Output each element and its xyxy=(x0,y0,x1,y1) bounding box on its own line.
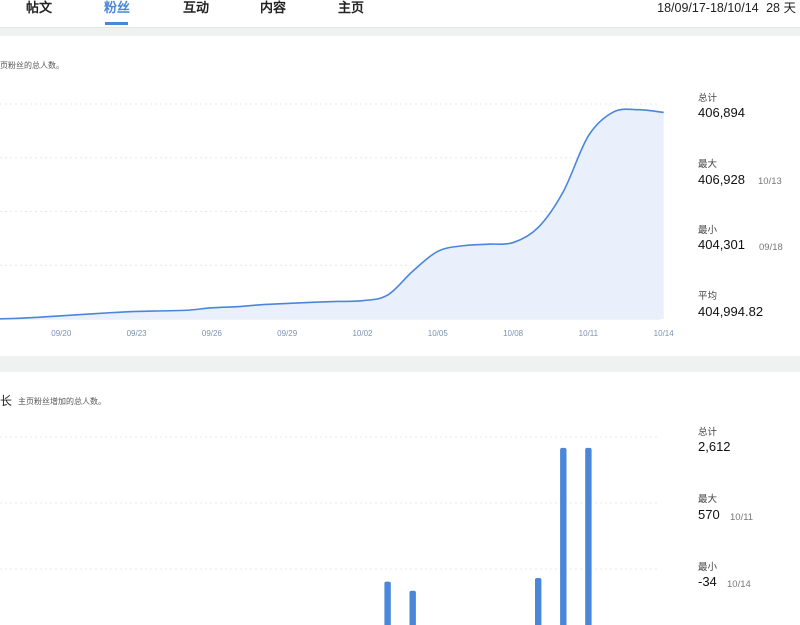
stat-min-date: 10/14 xyxy=(727,579,751,590)
total-fans-card: 页粉丝的总人数。 09/20 09/23 09/26 09/29 10/02 10/05 1… xyxy=(0,36,800,356)
stat-total-label: 总计 xyxy=(698,427,718,438)
net-gain-chart xyxy=(0,436,660,625)
stat-max-date: 10/13 xyxy=(758,176,782,187)
date-range-selector[interactable]: 18/09/17-18/10/14 28 天 xyxy=(657,0,796,16)
x-tick-label: 10/14 xyxy=(654,329,675,338)
stat-min-label: 最小 xyxy=(698,562,718,573)
tab-fans[interactable]: 粉丝 xyxy=(104,0,130,16)
stat-total-value: 406,894 xyxy=(698,105,745,120)
bar xyxy=(535,578,542,625)
stat-max-value: 406,928 xyxy=(698,172,745,187)
x-tick-label: 09/23 xyxy=(127,329,148,338)
x-tick-label: 10/11 xyxy=(579,329,599,338)
stat-max-label: 最大 xyxy=(698,159,718,170)
stat-min-value: -34 xyxy=(698,574,717,589)
area-fill xyxy=(0,109,664,319)
tab-posts[interactable]: 帖文 xyxy=(26,0,52,16)
stat-max-value: 570 xyxy=(698,507,720,522)
stat-min-label: 最小 xyxy=(698,225,718,236)
stat-avg-label: 平均 xyxy=(698,291,718,302)
days-count: 28 天 xyxy=(766,1,796,15)
x-tick-label: 09/26 xyxy=(202,329,223,338)
stat-min-date: 09/18 xyxy=(759,242,783,253)
top-nav: 帖文 粉丝 互动 内容 主页 18/09/17-18/10/14 28 天 xyxy=(0,0,800,28)
active-tab-indicator xyxy=(105,22,128,25)
stat-max-label: 最大 xyxy=(698,494,718,505)
tab-interactions[interactable]: 互动 xyxy=(183,0,209,16)
stat-avg-value: 404,994.82 xyxy=(698,304,764,319)
x-tick-label: 10/08 xyxy=(503,329,524,338)
date-range-text: 18/09/17-18/10/14 xyxy=(657,1,759,15)
x-tick-label: 09/29 xyxy=(277,329,298,338)
tab-content[interactable]: 内容 xyxy=(260,0,286,16)
x-tick-label: 10/05 xyxy=(428,329,449,338)
stat-total-value: 2,612 xyxy=(698,439,731,454)
total-fans-chart: 09/20 09/23 09/26 09/29 10/02 10/05 10/08 10/11… xyxy=(0,103,675,338)
tab-homepage[interactable]: 主页 xyxy=(338,0,364,16)
bar xyxy=(585,447,592,625)
x-tick-label: 10/02 xyxy=(352,329,373,338)
bar xyxy=(409,590,416,625)
x-tick-label: 09/20 xyxy=(51,329,72,338)
stat-min-value: 404,301 xyxy=(698,237,745,252)
bar xyxy=(384,581,391,625)
net-gain-card: 长 主页粉丝增加的总人数。 总计 2,612 最大 570 10/11 最小 -… xyxy=(0,372,800,625)
stat-max-date: 10/11 xyxy=(730,512,754,523)
stat-total-label: 总计 xyxy=(698,93,718,104)
bar xyxy=(560,447,567,625)
